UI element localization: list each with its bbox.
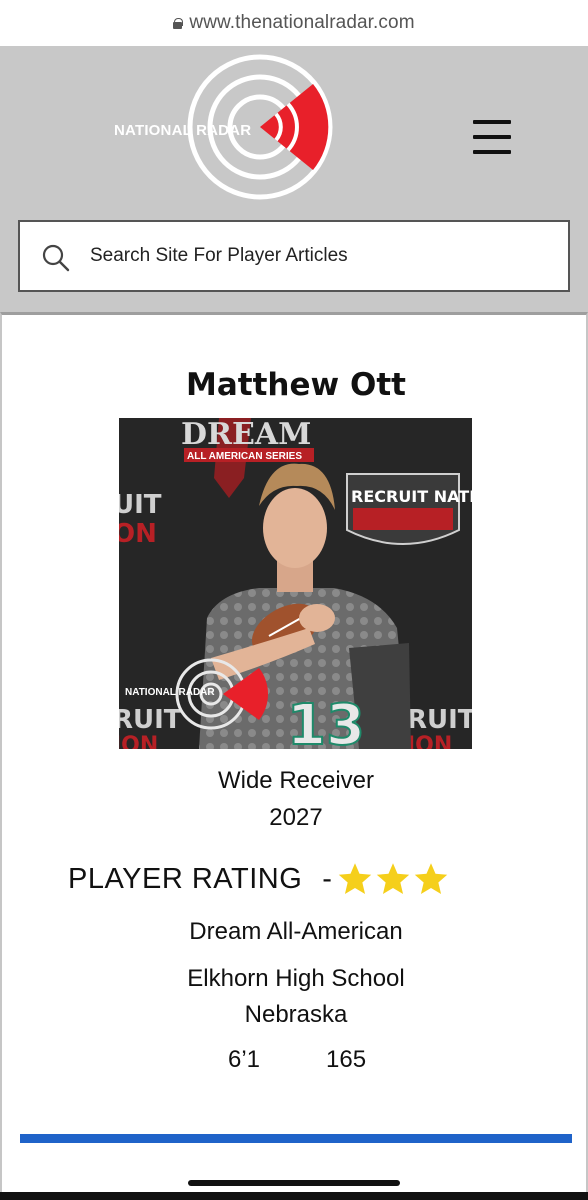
rating-label: PLAYER RATING — [68, 862, 303, 895]
browser-url-bar[interactable]: www.thenationalradar.com — [0, 0, 588, 46]
lock-icon — [173, 17, 184, 29]
svg-text:RUIT: RUIT — [407, 705, 472, 735]
screen-bottom-edge — [0, 1192, 588, 1200]
search-input[interactable] — [90, 236, 550, 276]
player-position: Wide Receiver — [217, 767, 375, 794]
player-school: Elkhorn High School — [187, 965, 405, 992]
star-icon — [414, 863, 448, 894]
player-photo-graphic: DREAM ALL AMERICAN SERIES UIT ON RECRUIT… — [119, 418, 472, 749]
svg-text:RUIT: RUIT — [119, 705, 182, 735]
site-header: NATIONAL RADAR — [0, 46, 588, 312]
menu-icon[interactable] — [473, 120, 513, 156]
logo-text: NATIONAL RADAR — [114, 122, 252, 139]
svg-text:UIT: UIT — [119, 490, 162, 520]
svg-text:ION: ION — [407, 733, 452, 749]
player-state: Nebraska — [244, 1001, 348, 1028]
backdrop-recruit-nation-text: RECRUIT NATION — [351, 487, 472, 506]
jersey-number: 13 — [287, 693, 365, 749]
player-photo[interactable]: DREAM ALL AMERICAN SERIES UIT ON RECRUIT… — [119, 418, 472, 749]
player-award: Dream All-American — [189, 918, 403, 945]
svg-text:ION: ION — [119, 733, 158, 749]
backdrop-dream-text: DREAM — [181, 418, 311, 452]
url-text[interactable]: www.thenationalradar.com — [189, 12, 414, 34]
player-weight: 165 — [326, 1046, 367, 1073]
search-icon[interactable] — [42, 244, 70, 272]
player-name: Matthew Ott — [186, 367, 406, 403]
player-class-year: 2027 — [269, 804, 323, 831]
photo-watermark-text: NATIONAL RADAR — [125, 687, 215, 698]
player-rating: PLAYER RATING - — [68, 861, 450, 897]
home-indicator[interactable] — [188, 1180, 400, 1186]
section-divider — [20, 1134, 572, 1143]
search-box[interactable] — [18, 220, 570, 292]
player-profile-card: Matthew Ott DREAM ALL AMERICAN SERIES UI… — [0, 312, 588, 1200]
rating-stars — [336, 861, 450, 897]
svg-text:ON: ON — [119, 519, 157, 549]
star-icon — [376, 863, 410, 894]
star-icon — [338, 863, 372, 894]
national-radar-logo[interactable]: NATIONAL RADAR — [108, 50, 348, 210]
rating-separator: - — [322, 862, 332, 895]
backdrop-series-text: ALL AMERICAN SERIES — [187, 451, 302, 462]
player-height: 6’1 — [228, 1046, 261, 1073]
